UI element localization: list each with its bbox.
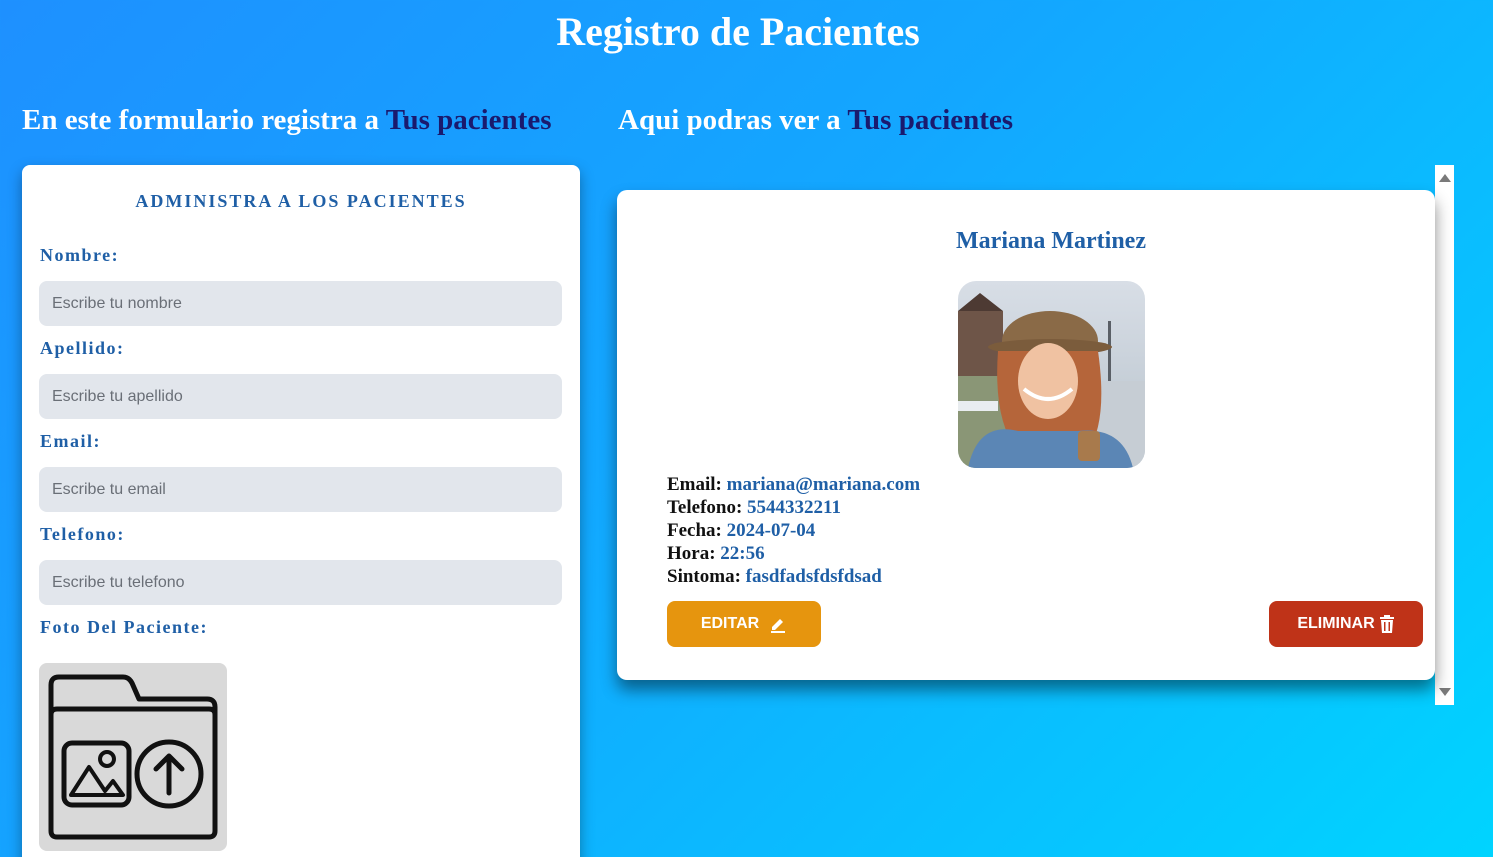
date-key: Fecha: — [667, 520, 722, 541]
folder-upload-icon — [48, 674, 218, 840]
patient-time: 22:56 — [720, 543, 765, 564]
time-key: Hora: — [667, 543, 716, 564]
form-heading-text: En este formulario registra a — [22, 104, 386, 136]
trash-icon — [1379, 615, 1394, 633]
patient-symptom-row: Sintoma: fasdfadsfdsfdsad — [667, 565, 920, 588]
email-input[interactable] — [39, 467, 562, 512]
form-section-heading: En este formulario registra a Tus pacien… — [22, 104, 552, 137]
name-input[interactable] — [39, 281, 562, 326]
list-section-heading: Aqui podras ver a Tus pacientes — [618, 104, 1013, 137]
edit-button-label: EDITAR — [700, 615, 760, 632]
phone-input[interactable] — [39, 560, 562, 605]
scroll-down-arrow-icon[interactable] — [1439, 688, 1451, 696]
lastname-label: Apellido: — [40, 338, 125, 358]
patient-name: Mariana Martinez — [956, 228, 1146, 254]
delete-button-label: ELIMINAR — [1297, 615, 1375, 632]
photo-upload[interactable] — [39, 663, 227, 851]
page-title: Registro de Pacientes — [556, 9, 920, 54]
list-heading-text: Aqui podras ver a — [618, 104, 848, 136]
photo-label: Foto Del Paciente: — [40, 617, 208, 637]
patient-time-row: Hora: 22:56 — [667, 542, 920, 565]
patient-phone-row: Telefono: 5544332211 — [667, 496, 920, 519]
patient-card: Mariana Martinez Email: mariana@mariana.… — [617, 190, 1435, 680]
email-label: Email: — [40, 431, 101, 451]
form-heading-highlight: Tus pacientes — [385, 104, 552, 136]
patient-date: 2024-07-04 — [726, 520, 816, 541]
patient-symptom: fasdfadsfdsfdsad — [745, 566, 882, 587]
email-key: Email: — [667, 474, 722, 495]
pencil-icon — [771, 619, 786, 633]
patient-details: Email: mariana@mariana.com Telefono: 554… — [667, 473, 920, 588]
patient-phone: 5544332211 — [747, 497, 841, 518]
lastname-input[interactable] — [39, 374, 562, 419]
name-label: Nombre: — [40, 245, 120, 265]
edit-button[interactable]: EDITAR — [667, 601, 821, 647]
patient-photo — [958, 281, 1145, 468]
patient-form: ADMINISTRA A LOS PACIENTES Nombre: Apell… — [22, 165, 580, 857]
form-title: ADMINISTRA A LOS PACIENTES — [135, 191, 467, 211]
list-heading-highlight: Tus pacientes — [847, 104, 1014, 136]
scroll-up-arrow-icon[interactable] — [1439, 174, 1451, 182]
phone-key: Telefono: — [667, 497, 743, 518]
patient-email-row: Email: mariana@mariana.com — [667, 473, 920, 496]
delete-button[interactable]: ELIMINAR — [1269, 601, 1423, 647]
symptom-key: Sintoma: — [667, 566, 741, 587]
phone-label: Telefono: — [40, 524, 125, 544]
patient-email: mariana@mariana.com — [726, 474, 921, 495]
patient-date-row: Fecha: 2024-07-04 — [667, 519, 920, 542]
